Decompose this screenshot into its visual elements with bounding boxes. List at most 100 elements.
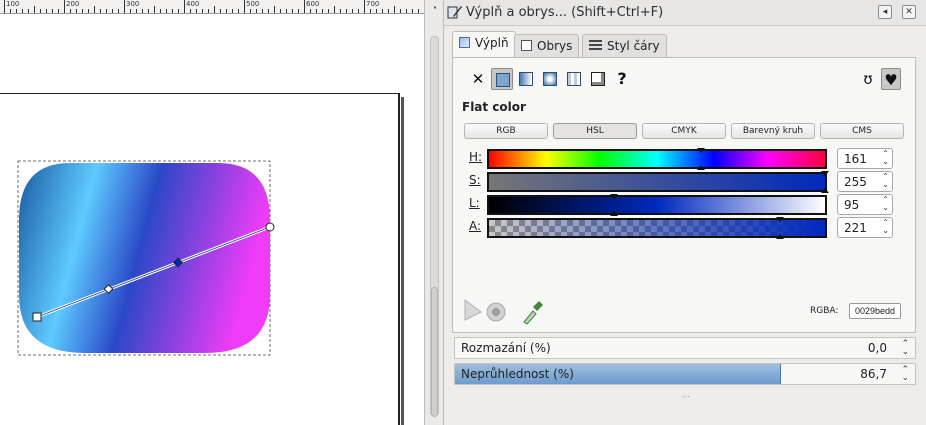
close-button[interactable]: ✕ bbox=[902, 5, 916, 19]
ruler-tick bbox=[124, 0, 125, 13]
ruler-tick bbox=[34, 6, 35, 13]
rgba-input[interactable] bbox=[849, 303, 901, 319]
horizontal-ruler[interactable]: 100 200 300 400 500 600 700 bbox=[0, 0, 424, 14]
pattern-icon bbox=[567, 72, 581, 86]
opacity-label: Neprůhlednost (%) bbox=[461, 367, 574, 381]
saturation-marker-top bbox=[821, 171, 829, 176]
tab-rgb[interactable]: RGB bbox=[464, 123, 548, 139]
triangle-color-icon[interactable] bbox=[464, 299, 482, 321]
tab-stroke-style[interactable]: Styl čáry bbox=[582, 34, 667, 57]
ruler-tick bbox=[220, 9, 221, 13]
blur-spinbox[interactable]: Rozmazání (%) 0,0 ⌃ ⌄ bbox=[454, 337, 916, 359]
spin-arrows-icon[interactable]: ⌃ ⌄ bbox=[901, 340, 909, 357]
ruler-tick bbox=[28, 9, 29, 13]
ruler-tick bbox=[10, 9, 11, 13]
tab-color-wheel[interactable]: Barevný kruh bbox=[731, 123, 815, 139]
wheel-color-icon[interactable] bbox=[486, 302, 506, 322]
ruler-tick bbox=[196, 9, 197, 13]
opacity-value: 86,7 bbox=[860, 367, 887, 381]
ruler-label: 200 bbox=[66, 0, 80, 8]
scroll-up-icon[interactable]: ⬝ bbox=[430, 3, 440, 13]
saturation-row: S: 255 ⌃ ⌄ bbox=[453, 171, 917, 193]
radial-gradient-button[interactable] bbox=[539, 68, 561, 90]
ruler-tick bbox=[268, 9, 269, 13]
ruler-tick bbox=[388, 9, 389, 13]
lightness-marker-top bbox=[610, 194, 619, 199]
spin-arrows-icon[interactable]: ⌃ ⌄ bbox=[882, 150, 889, 166]
gradient-end-handle[interactable] bbox=[265, 222, 275, 232]
ruler-tick bbox=[46, 9, 47, 13]
ruler-tick bbox=[316, 9, 317, 13]
flat-color-heading: Flat color bbox=[462, 100, 526, 114]
ruler-label: 400 bbox=[186, 0, 200, 8]
ruler-tick bbox=[142, 9, 143, 13]
scrollbar-thumb[interactable] bbox=[431, 287, 438, 417]
alpha-marker-bottom bbox=[776, 234, 785, 239]
dock-separator[interactable]: ⬝ bbox=[424, 0, 444, 425]
tab-fill[interactable]: Výplň bbox=[452, 31, 516, 58]
ruler-tick bbox=[310, 9, 311, 13]
saturation-marker-bottom bbox=[821, 188, 829, 193]
alpha-slider[interactable] bbox=[487, 217, 827, 239]
spin-arrows-icon[interactable]: ⌃ ⌄ bbox=[901, 366, 909, 383]
drawing-svg bbox=[17, 160, 275, 356]
hue-slider[interactable] bbox=[487, 148, 827, 170]
ruler-tick bbox=[184, 0, 185, 13]
saturation-slider[interactable] bbox=[487, 171, 829, 193]
ruler-tick bbox=[154, 6, 155, 13]
eyedropper-icon[interactable] bbox=[523, 301, 543, 325]
hue-spinbox[interactable]: 161 ⌃ ⌄ bbox=[837, 148, 893, 169]
ruler-tick bbox=[94, 6, 95, 13]
flat-color-icon bbox=[496, 73, 510, 87]
ruler-tick bbox=[106, 9, 107, 13]
fill-stroke-dialog: Výplň a obrys... (Shift+Ctrl+F) ◂ ✕ Výpl… bbox=[444, 0, 926, 425]
ruler-tick bbox=[82, 9, 83, 13]
ruler-tick bbox=[112, 9, 113, 13]
fill-panel: ✕ ? ʊ ♥ Flat color RGB HSL CMYK Barevný … bbox=[452, 57, 916, 333]
ruler-label: 100 bbox=[6, 0, 20, 8]
lightness-spinbox[interactable]: 95 ⌃ ⌄ bbox=[837, 194, 893, 215]
no-paint-button[interactable]: ✕ bbox=[467, 68, 489, 90]
unset-paint-button[interactable]: ? bbox=[611, 68, 633, 90]
ruler-label: 600 bbox=[306, 0, 320, 8]
ruler-tick bbox=[22, 9, 23, 13]
tab-hsl[interactable]: HSL bbox=[553, 123, 637, 139]
gradient-shape[interactable] bbox=[19, 163, 270, 353]
flat-color-button[interactable] bbox=[491, 68, 513, 90]
inkscape-window: 100 200 300 400 500 600 700 ⬝ Výplň a ob… bbox=[0, 0, 926, 425]
tab-cmyk[interactable]: CMYK bbox=[642, 123, 726, 139]
stroke-style-icon bbox=[589, 40, 602, 51]
ruler-tick bbox=[100, 9, 101, 13]
ruler-tick bbox=[394, 6, 395, 13]
dock-button[interactable]: ◂ bbox=[878, 5, 892, 19]
opacity-spinbox[interactable]: Neprůhlednost (%) 86,7 ⌃ ⌄ bbox=[454, 363, 916, 385]
hue-label: H: bbox=[469, 150, 483, 164]
lightness-slider[interactable] bbox=[487, 194, 827, 216]
saturation-spinbox[interactable]: 255 ⌃ ⌄ bbox=[837, 171, 893, 192]
hue-marker-top bbox=[697, 148, 706, 153]
panel-grip[interactable]: ... bbox=[682, 390, 690, 399]
alpha-marker-top bbox=[776, 217, 785, 222]
alpha-spinbox[interactable]: 221 ⌃ ⌄ bbox=[837, 217, 893, 238]
fill-stroke-icon bbox=[447, 6, 462, 19]
ruler-label: 700 bbox=[366, 0, 380, 8]
pattern-button[interactable] bbox=[563, 68, 585, 90]
spin-arrows-icon[interactable]: ⌃ ⌄ bbox=[882, 196, 889, 212]
tab-cms[interactable]: CMS bbox=[820, 123, 904, 139]
swatch-button[interactable] bbox=[587, 68, 609, 90]
tab-fill-label: Výplň bbox=[475, 36, 509, 50]
ruler-tick bbox=[130, 9, 131, 13]
spin-arrows-icon[interactable]: ⌃ ⌄ bbox=[882, 219, 889, 235]
vertical-scrollbar[interactable] bbox=[430, 36, 439, 417]
linear-gradient-button[interactable] bbox=[515, 68, 537, 90]
ruler-tick bbox=[322, 9, 323, 13]
gradient-start-handle[interactable] bbox=[32, 312, 42, 322]
tab-stroke-paint[interactable]: Obrys bbox=[514, 34, 580, 57]
ruler-tick bbox=[418, 9, 419, 13]
spin-arrows-icon[interactable]: ⌃ ⌄ bbox=[882, 173, 889, 189]
dialog-titlebar: Výplň a obrys... (Shift+Ctrl+F) ◂ ✕ bbox=[444, 0, 926, 26]
fill-rule-nonzero-button[interactable]: ♥ bbox=[881, 68, 901, 90]
fill-rule-evenodd-button[interactable]: ʊ bbox=[858, 68, 878, 90]
ruler-tick bbox=[334, 6, 335, 13]
drawing-canvas[interactable] bbox=[0, 15, 424, 425]
